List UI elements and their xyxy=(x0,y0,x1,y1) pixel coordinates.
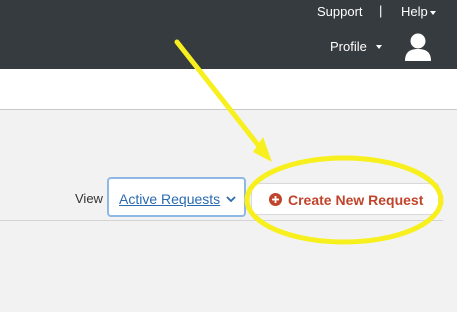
view-filter-dropdown[interactable]: Active Requests xyxy=(107,177,246,217)
help-menu[interactable]: Help xyxy=(401,4,428,20)
secondary-header-bar xyxy=(0,69,457,110)
user-avatar-icon[interactable] xyxy=(404,32,432,62)
top-navigation-bar: Support | Help Profile xyxy=(0,0,457,69)
view-filter-value[interactable]: Active Requests xyxy=(119,191,220,207)
create-new-request-button[interactable]: Create New Request xyxy=(251,183,439,215)
profile-menu[interactable]: Profile xyxy=(330,39,367,55)
support-link[interactable]: Support xyxy=(317,4,363,20)
view-label: View xyxy=(75,191,103,206)
profile-caret-icon[interactable] xyxy=(376,45,382,49)
plus-circle-icon xyxy=(269,193,282,206)
chevron-down-icon[interactable] xyxy=(226,195,236,203)
nav-separator: | xyxy=(379,3,383,18)
content-divider xyxy=(0,220,443,221)
help-caret-icon[interactable] xyxy=(430,11,436,15)
create-button-label: Create New Request xyxy=(288,192,424,208)
annotation-arrow-head xyxy=(253,137,272,162)
